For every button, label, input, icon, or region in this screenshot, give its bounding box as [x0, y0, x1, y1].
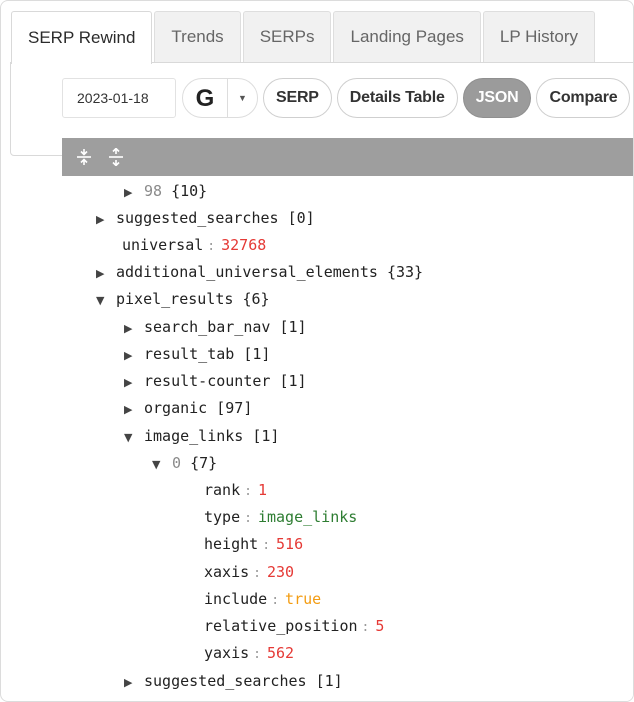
details-table-button[interactable]: Details Table: [336, 78, 458, 118]
leaf-key: universal: [122, 236, 204, 254]
leaf-value: 230: [266, 563, 295, 581]
tree-node[interactable]: ▶ additional_universal_elements {33}: [96, 259, 423, 286]
tree-node[interactable]: ▶ suggested_searches [0]: [96, 205, 315, 232]
serp-tool-window: SERP Rewind Trends SERPs Landing Pages L…: [0, 0, 634, 702]
leaf-key: rank: [204, 481, 241, 499]
tab-trends[interactable]: Trends: [154, 11, 241, 62]
tree-node[interactable]: ▼ 0 {7}: [152, 450, 217, 477]
node-key: suggested_searches: [144, 672, 307, 690]
leaf-key: relative_position: [204, 617, 358, 635]
node-count: [0]: [287, 209, 315, 227]
serp-view-button[interactable]: SERP: [263, 78, 332, 118]
chevron-down-icon[interactable]: ▼: [227, 79, 257, 117]
tree-leaf: rank:1: [204, 477, 267, 504]
tree-node[interactable]: ▶ result-counter [1]: [124, 368, 307, 395]
expand-arrow-icon[interactable]: ▶: [124, 669, 144, 696]
key-separator: :: [253, 647, 261, 662]
tree-node[interactable]: ▶ result_tab [1]: [124, 341, 270, 368]
leaf-key: height: [204, 535, 259, 553]
node-count: [1]: [279, 318, 307, 336]
key-separator: :: [271, 593, 280, 608]
node-count: [1]: [243, 345, 271, 363]
node-count: {6}: [242, 290, 270, 308]
node-key: search_bar_nav: [144, 318, 271, 336]
expand-arrow-icon[interactable]: ▶: [96, 206, 116, 233]
leaf-key: type: [204, 508, 241, 526]
leaf-value: 32768: [221, 236, 267, 254]
expand-arrow-icon[interactable]: ▶: [124, 396, 144, 423]
node-key: additional_universal_elements: [116, 263, 378, 281]
date-input[interactable]: [62, 78, 176, 118]
tree-leaf: include: true: [204, 586, 321, 613]
node-count: [1]: [252, 427, 280, 445]
tree-node[interactable]: ▼ pixel_results {6}: [96, 286, 270, 313]
google-engine-button[interactable]: G: [183, 79, 227, 117]
node-count: [1]: [279, 372, 307, 390]
search-engine-selector[interactable]: G ▼: [182, 78, 258, 118]
node-count: [1]: [315, 672, 343, 690]
tree-leaf: type: image_links: [204, 504, 357, 531]
node-count: {10}: [171, 182, 208, 200]
leaf-value: 516: [276, 535, 304, 553]
expand-arrow-icon[interactable]: ▶: [124, 315, 144, 342]
tree-leaf: height:516: [204, 531, 303, 558]
leaf-value: 1: [257, 481, 267, 499]
tab-lp-history[interactable]: LP History: [482, 11, 596, 62]
leaf-key: yaxis: [204, 644, 250, 662]
collapse-arrow-icon[interactable]: ▼: [124, 424, 144, 451]
node-key: result-counter: [144, 372, 271, 390]
tree-leaf: relative_position:5: [204, 613, 384, 640]
node-key: result_tab: [144, 345, 235, 363]
key-separator: :: [244, 484, 252, 499]
node-key: 0: [172, 454, 182, 472]
leaf-key: include: [204, 590, 268, 608]
json-viewer: ▶ 98 {10} ▶ suggested_searches [0] univers…: [62, 138, 633, 701]
expand-arrow-icon[interactable]: ▶: [124, 179, 144, 206]
leaf-value: image_links: [257, 508, 358, 526]
node-count: {33}: [386, 263, 424, 281]
tree-node[interactable]: ▶ search_bar_nav [1]: [124, 314, 307, 341]
expand-arrow-icon[interactable]: ▶: [96, 260, 116, 287]
node-key: suggested_searches: [116, 209, 279, 227]
leaf-key: xaxis: [204, 563, 250, 581]
node-key: 98: [144, 182, 163, 200]
node-key: organic: [144, 399, 208, 417]
toolbar: G ▼ SERP Details Table JSON Compare: [62, 77, 631, 119]
json-view-button[interactable]: JSON: [462, 78, 532, 118]
tree-leaf: xaxis:230: [204, 559, 294, 586]
leaf-value: 5: [375, 617, 385, 635]
collapse-arrow-icon[interactable]: ▼: [152, 451, 172, 478]
expand-arrow-icon[interactable]: ▶: [124, 342, 144, 369]
expand-arrow-icon[interactable]: ▶: [124, 369, 144, 396]
json-viewer-toolbar: [62, 138, 633, 176]
key-separator: :: [253, 566, 261, 581]
tree-node[interactable]: ▶ suggested_searches [1]: [124, 668, 343, 695]
key-separator: :: [207, 239, 216, 254]
tree-leaf: yaxis:562: [204, 640, 294, 667]
node-key: pixel_results: [116, 290, 234, 308]
tab-landing-pages[interactable]: Landing Pages: [333, 11, 481, 62]
node-count: {7}: [190, 454, 218, 472]
collapse-arrow-icon[interactable]: ▼: [96, 287, 116, 314]
svg-text:G: G: [196, 86, 215, 110]
tree-leaf: universal:32768: [122, 232, 266, 259]
expand-all-icon[interactable]: [106, 147, 126, 167]
tab-serps[interactable]: SERPs: [242, 11, 332, 62]
tree-node[interactable]: ▼ image_links [1]: [124, 423, 279, 450]
key-separator: :: [361, 620, 370, 635]
leaf-value: 562: [266, 644, 295, 662]
collapse-all-icon[interactable]: [74, 147, 94, 167]
key-separator: :: [262, 538, 271, 553]
tab-serp-rewind[interactable]: SERP Rewind: [11, 11, 153, 64]
tree-node[interactable]: ▶ organic [97]: [124, 395, 252, 422]
google-g-icon: G: [196, 86, 215, 110]
tree-node[interactable]: ▶ 98 {10}: [124, 178, 207, 205]
compare-button[interactable]: Compare: [536, 78, 631, 118]
leaf-value: true: [285, 590, 322, 608]
tab-bar: SERP Rewind Trends SERPs Landing Pages L…: [11, 11, 597, 64]
key-separator: :: [244, 511, 252, 526]
node-key: image_links: [144, 427, 244, 445]
node-count: [97]: [216, 399, 253, 417]
